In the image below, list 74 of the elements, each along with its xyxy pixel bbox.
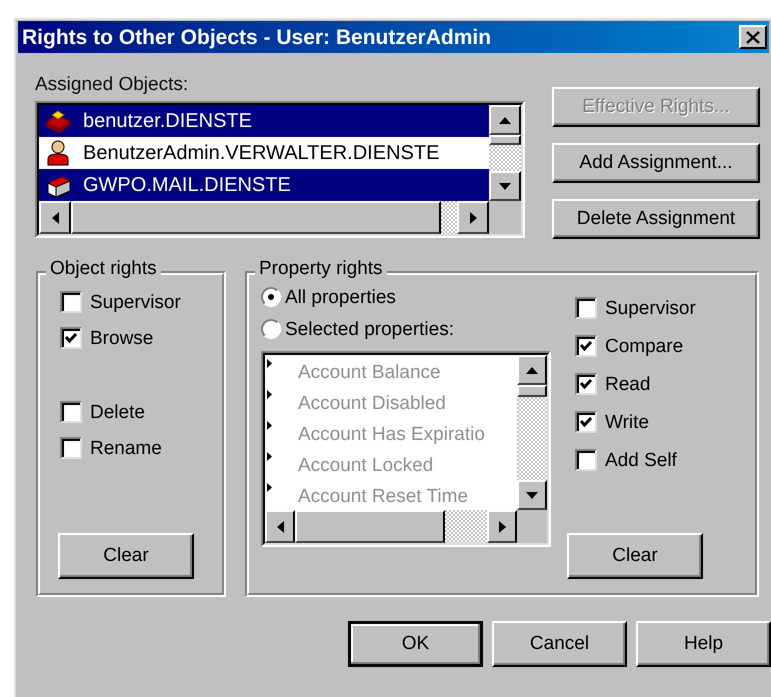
dialog-button[interactable]: Cancel xyxy=(492,621,627,667)
vertical-scrollbar[interactable] xyxy=(517,355,547,510)
scroll-up-button[interactable] xyxy=(489,105,521,135)
assigned-objects-label: Assigned Objects: xyxy=(35,75,190,97)
down-arrow-icon xyxy=(499,182,511,190)
left-arrow-icon xyxy=(276,520,284,532)
triangle-icon xyxy=(267,452,272,461)
scrollbar-corner xyxy=(517,510,547,543)
radio-label: Selected properties: xyxy=(285,320,454,338)
scroll-thumb[interactable] xyxy=(71,201,441,234)
scroll-thumb[interactable] xyxy=(517,385,547,397)
check-icon xyxy=(579,416,593,428)
books-icon xyxy=(44,109,72,133)
group-title: Object rights xyxy=(46,259,161,278)
list-item[interactable]: GWPO.MAIL.DIENSTE xyxy=(39,169,489,201)
clear-button[interactable]: Clear xyxy=(567,533,703,579)
radio-button[interactable] xyxy=(261,287,281,307)
window-title: Rights to Other Objects - User: BenutzerAdmin xyxy=(22,26,492,48)
scroll-left-button[interactable] xyxy=(265,510,295,543)
checkbox[interactable] xyxy=(60,291,82,313)
checkbox-label: Browse xyxy=(90,328,154,348)
checkbox[interactable] xyxy=(60,437,82,459)
close-icon xyxy=(746,30,760,44)
right-arrow-icon xyxy=(470,212,476,224)
checkbox[interactable] xyxy=(60,327,82,349)
up-arrow-icon xyxy=(526,366,538,374)
action-button[interactable]: Add Assignment... xyxy=(552,143,760,183)
radio-button[interactable] xyxy=(261,319,281,339)
triangle-icon xyxy=(267,483,272,492)
dialog-button[interactable]: OK xyxy=(348,621,483,667)
horizontal-scrollbar[interactable] xyxy=(39,201,489,234)
checkbox-label: Add Self xyxy=(605,450,677,470)
check-icon xyxy=(64,332,78,344)
clear-button[interactable]: Clear xyxy=(58,533,194,579)
scroll-right-button[interactable] xyxy=(487,510,517,543)
action-button[interactable]: Delete Assignment xyxy=(552,199,760,239)
vertical-scrollbar[interactable] xyxy=(489,105,521,201)
left-arrow-icon xyxy=(52,212,58,224)
checkbox-label: Supervisor xyxy=(605,298,696,318)
scroll-down-button[interactable] xyxy=(489,171,521,201)
checkbox-label: Supervisor xyxy=(90,292,181,312)
checkbox[interactable] xyxy=(60,401,82,423)
checkbox[interactable] xyxy=(575,411,597,433)
right-arrow-icon xyxy=(498,520,506,532)
checkbox-label: Delete xyxy=(90,402,145,422)
checkbox[interactable] xyxy=(575,297,597,319)
close-button[interactable] xyxy=(739,25,767,49)
check-icon xyxy=(579,378,593,390)
triangle-icon xyxy=(267,359,272,368)
check-icon xyxy=(579,340,593,352)
scroll-up-button[interactable] xyxy=(517,355,547,385)
checkbox[interactable] xyxy=(575,449,597,471)
up-arrow-icon xyxy=(499,116,511,124)
scroll-right-button[interactable] xyxy=(457,201,489,234)
list-item[interactable]: benutzer.DIENSTE xyxy=(39,105,489,137)
checkbox-label: Rename xyxy=(90,438,162,458)
down-arrow-icon xyxy=(526,492,538,498)
group-title: Property rights xyxy=(255,259,387,278)
checkbox-label: Compare xyxy=(605,336,684,356)
scroll-thumb[interactable] xyxy=(295,510,445,543)
scrollbar-corner xyxy=(489,201,521,234)
checkbox[interactable] xyxy=(575,373,597,395)
horizontal-scrollbar[interactable] xyxy=(265,510,517,543)
scroll-down-button[interactable] xyxy=(517,480,547,510)
checkbox[interactable] xyxy=(575,335,597,357)
radio-label: All properties xyxy=(285,288,396,306)
checkbox-label: Read xyxy=(605,374,650,394)
triangle-icon xyxy=(267,390,272,399)
scroll-thumb[interactable] xyxy=(489,135,521,145)
triangle-icon xyxy=(267,421,272,430)
checkbox-label: Write xyxy=(605,412,649,432)
user-icon xyxy=(46,140,70,166)
scroll-left-button[interactable] xyxy=(39,201,71,234)
dialog-button[interactable]: Help xyxy=(636,621,771,667)
